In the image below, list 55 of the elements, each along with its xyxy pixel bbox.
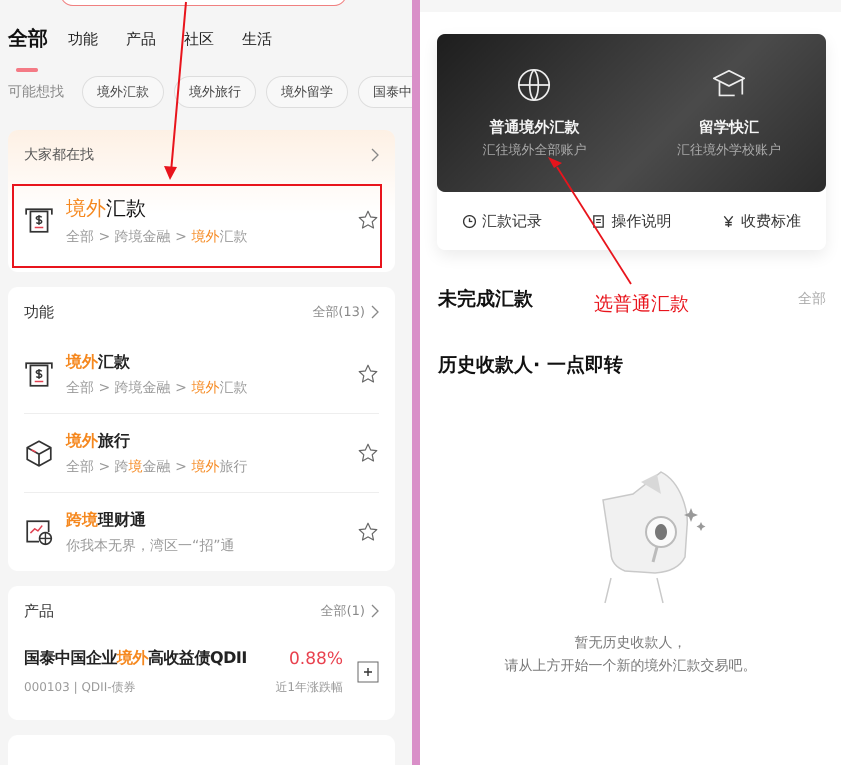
suggestion-chip[interactable]: 国泰中 (358, 76, 412, 108)
item-title: 境外旅行 (66, 430, 130, 452)
view-all-link[interactable]: 全部(1) (320, 602, 365, 620)
category-tab[interactable]: 生活 (230, 26, 284, 49)
section-title: 产品 (24, 602, 55, 620)
result-item[interactable]: 境外汇款 全部 > 跨境金融 > 境外汇款 (12, 178, 391, 262)
item-title: 跨境理财通 (66, 510, 146, 530)
item-path: 你我本无界，湾区一“招”通 (66, 536, 235, 554)
product-code: 000103 | QDII-债券 (24, 679, 136, 696)
function-item[interactable]: 跨境理财通 你我本无界，湾区一“招”通 (24, 493, 379, 571)
product-name[interactable]: 国泰中国企业境外高收益债QDII (24, 648, 247, 669)
option-title: 普通境外汇款 (489, 118, 580, 137)
section-title: 未完成汇款 (438, 287, 533, 312)
suggest-label: 可能想找 (8, 83, 64, 101)
section-title: 历史收款人· 一点即转 (438, 353, 623, 378)
function-item[interactable]: 境外汇款 全部 > 跨境金融 > 境外汇款 (24, 335, 379, 414)
category-tab[interactable]: 全部 (4, 26, 52, 72)
star-icon[interactable] (357, 442, 379, 464)
empty-message: 暂无历史收款人， 请从上方开始一个新的境外汇款交易吧。 (504, 634, 756, 676)
suggestion-chip[interactable]: 境外汇款 (82, 76, 164, 108)
suggestion-chip[interactable]: 境外留学 (266, 76, 348, 108)
remit-link[interactable]: 汇款记录 (456, 210, 548, 232)
option-subtitle: 汇往境外全部账户 (482, 142, 586, 159)
remit-link[interactable]: 操作说明 (585, 210, 678, 232)
return-label: 近1年涨跌幅 (275, 678, 343, 696)
category-tab[interactable]: 产品 (114, 26, 168, 49)
category-tab[interactable]: 社区 (172, 26, 226, 49)
annotation-label: 选普通汇款 (594, 292, 689, 317)
item-title: 境外汇款 (66, 194, 146, 222)
option-title: 留学快汇 (698, 118, 759, 137)
star-icon[interactable] (357, 363, 379, 385)
clock-icon (462, 214, 477, 228)
document-icon (591, 214, 606, 228)
item-path: 全部 > 跨境金融 > 境外旅行 (66, 458, 248, 476)
item-path: 全部 > 跨境金融 > 境外汇款 (66, 378, 248, 396)
star-icon[interactable] (357, 521, 379, 543)
option-subtitle: 汇往境外学校账户 (676, 142, 781, 159)
star-icon[interactable] (357, 209, 379, 231)
item-path: 全部 > 跨境金融 > 境外汇款 (66, 228, 248, 246)
suggestion-chip[interactable]: 境外旅行 (174, 76, 256, 108)
section-title: 功能 (24, 302, 55, 322)
remit-option[interactable]: 普通境外汇款 汇往境外全部账户 (437, 34, 632, 192)
chevron-icon[interactable] (371, 148, 379, 162)
return-rate: 0.88% (288, 648, 343, 668)
item-title: 境外汇款 (66, 352, 130, 372)
remit-link[interactable]: 收费标准 (715, 210, 808, 232)
chevron-icon[interactable] (371, 305, 379, 319)
category-tab[interactable]: 功能 (56, 26, 110, 49)
function-item[interactable]: 境外旅行 全部 > 跨境金融 > 境外旅行 (24, 414, 379, 493)
remit-option[interactable]: 留学快汇 汇往境外学校账户 (632, 34, 826, 192)
cube-icon (24, 438, 54, 468)
section-title: 大家都在找 (24, 146, 95, 164)
add-icon[interactable] (357, 661, 379, 683)
view-all-link[interactable]: 全部(13) (312, 303, 365, 321)
chevron-icon[interactable] (371, 604, 379, 618)
